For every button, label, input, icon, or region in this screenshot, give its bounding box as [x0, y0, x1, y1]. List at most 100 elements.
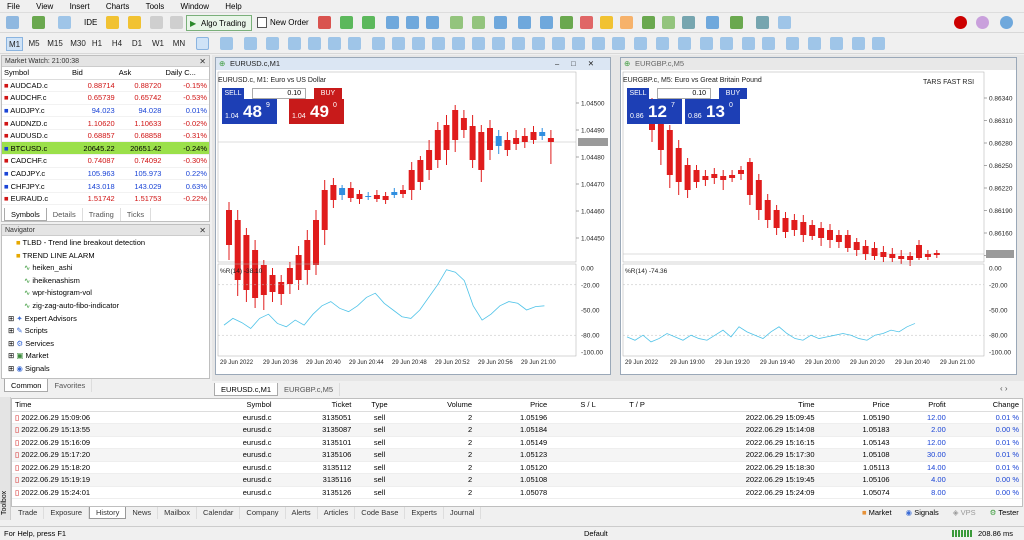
tab-trading[interactable]: Trading [83, 208, 121, 221]
user-icon[interactable] [170, 16, 183, 29]
toolbox-tab[interactable]: Experts [405, 507, 444, 519]
text-icon[interactable] [348, 37, 361, 50]
toolbox-tab[interactable]: Alerts [286, 507, 318, 519]
history-row[interactable]: ▯ 2022.06.29 15:16:09 eurusd.c 3135101 sell… [12, 436, 1022, 449]
history-col-header[interactable]: Time [12, 399, 196, 412]
algo-trading-button[interactable]: ▶ Algo Trading [186, 15, 252, 31]
menu-window[interactable]: Window [174, 0, 216, 13]
sell-button[interactable]: SELL [222, 88, 244, 99]
signals-link[interactable]: ◉ Signals [906, 508, 939, 517]
tf-m1[interactable]: M1 [6, 37, 23, 51]
zoom-in-icon[interactable] [386, 16, 399, 29]
nav-item[interactable]: ∿ wpr-histogram-vol [2, 287, 209, 300]
toolbox-tab[interactable]: Articles [318, 507, 356, 519]
fibo-arc-icon[interactable] [572, 37, 585, 50]
tf-w1[interactable]: W1 [149, 37, 167, 51]
tester-link[interactable]: ⚙ Tester [990, 508, 1019, 517]
market-watch-row[interactable]: ■ AUDNZD.c 1.10620 1.10633 -0.02% [2, 116, 209, 130]
ide-button[interactable]: IDE [84, 18, 97, 27]
history-col-header[interactable]: Volume [404, 399, 476, 412]
menu-view[interactable]: View [29, 0, 60, 13]
history-col-header[interactable]: Ticket [274, 399, 355, 412]
nav-item[interactable]: ⊞ ▣ Market [2, 350, 209, 363]
toolbox-label[interactable]: Toolbox [1, 491, 8, 515]
shapes-icon[interactable] [872, 37, 885, 50]
rectangle-icon[interactable] [634, 37, 647, 50]
tf-m30[interactable]: M30 [67, 37, 89, 51]
market-watch-row[interactable]: ■ CADJPY.c 105.963 105.973 0.22% [2, 167, 209, 181]
tf-h1[interactable]: H1 [89, 37, 105, 51]
grid-icon[interactable] [426, 16, 439, 29]
history-col-header[interactable]: Time [647, 399, 818, 412]
sell-price-box[interactable]: 0.86 12 7 [627, 99, 682, 124]
new-chart-icon[interactable] [6, 16, 19, 29]
nav-item[interactable]: ⊞ ⚙ Services [2, 338, 209, 351]
history-row[interactable]: ▯ 2022.06.29 15:13:55 eurusd.c 3135087 sell… [12, 423, 1022, 437]
lock-icon[interactable] [106, 16, 119, 29]
market-watch-row[interactable]: ■ BTCUSD.c 20645.22 20651.42 -0.24% [2, 141, 209, 156]
market-watch-row[interactable]: ■ AUDUSD.c 0.68857 0.68858 -0.31% [2, 129, 209, 143]
fullscreen-icon[interactable] [540, 16, 553, 29]
pitchfork-icon[interactable] [328, 37, 341, 50]
toolbox-tab[interactable]: Calendar [197, 507, 241, 519]
history-col-header[interactable]: Price [817, 399, 893, 412]
elliott-icon[interactable] [472, 37, 485, 50]
fibo-time-icon[interactable] [592, 37, 605, 50]
bar-chart-icon[interactable] [318, 16, 331, 29]
scroll-arrows-icon[interactable]: ‹ › [1000, 384, 1008, 393]
trendline-icon[interactable] [288, 37, 301, 50]
buy-price-box[interactable]: 1.04 49 0 [289, 99, 344, 124]
vps-link[interactable]: ◈ VPS [953, 508, 976, 517]
tester-icon[interactable] [730, 16, 743, 29]
equidistant-icon[interactable] [532, 37, 545, 50]
cube-icon[interactable] [662, 16, 675, 29]
nav-item[interactable]: ⊞ ✎ Scripts [2, 325, 209, 338]
one-click-icon[interactable] [560, 16, 573, 29]
history-row[interactable]: ▯ 2022.06.29 15:19:19 eurusd.c 3135116 sell… [12, 473, 1022, 487]
tab-common[interactable]: Common [4, 379, 49, 392]
folder-open-icon[interactable] [600, 16, 613, 29]
cloud-icon[interactable] [150, 16, 163, 29]
market-watch-row[interactable]: ■ CHFJPY.c 143.018 143.029 0.63% [2, 179, 209, 193]
tf-h4[interactable]: H4 [109, 37, 125, 51]
history-row[interactable]: ▯ 2022.06.29 15:17:20 eurusd.c 3135106 sell… [12, 448, 1022, 462]
history-row[interactable]: ▯ 2022.06.29 15:18:20 eurusd.c 3135112 sell… [12, 461, 1022, 474]
nav-item[interactable]: ■ TLBD - Trend line breakout detection [2, 237, 209, 250]
brush-icon[interactable] [700, 37, 713, 50]
line-chart-icon[interactable] [362, 16, 375, 29]
indicators-icon[interactable] [494, 16, 507, 29]
clock-icon[interactable] [706, 16, 719, 29]
col-ask[interactable]: Ask [116, 67, 164, 80]
zoom-out-icon[interactable] [406, 16, 419, 29]
toolbox-tab[interactable]: History [89, 507, 127, 519]
signal-icon[interactable] [682, 16, 695, 29]
nav-item[interactable]: ■ TREND LINE ALARM [2, 250, 209, 263]
buy-button[interactable]: BUY [314, 88, 342, 99]
history-col-header[interactable]: Profit [892, 399, 949, 412]
avatar-icon[interactable] [976, 16, 989, 29]
horizontal-line-icon[interactable] [266, 37, 279, 50]
vertical-line-icon[interactable] [244, 37, 257, 50]
nav-item[interactable]: ⊞ ◉ Signals [2, 363, 209, 376]
wave-icon[interactable] [412, 37, 425, 50]
tab-details[interactable]: Details [47, 208, 83, 221]
fibo-fan-icon[interactable] [552, 37, 565, 50]
tf-m15[interactable]: M15 [44, 37, 66, 51]
triangle-icon[interactable] [656, 37, 669, 50]
market-watch-row[interactable]: ■ CADCHF.c 0.74087 0.74092 -0.30% [2, 154, 209, 168]
history-col-header[interactable]: Change [948, 399, 1022, 412]
thumb-up-icon[interactable] [720, 37, 733, 50]
gann-icon[interactable] [392, 37, 405, 50]
market-watch-icon[interactable] [58, 16, 71, 29]
nav-item[interactable]: ∿ zig-zag-auto-fibo-indicator [2, 300, 209, 313]
tf-m5[interactable]: M5 [25, 37, 43, 51]
regression-icon[interactable] [492, 37, 505, 50]
new-order-button[interactable]: New Order [255, 15, 313, 31]
history-col-header[interactable]: Type [354, 399, 405, 412]
chart-shift-icon[interactable] [472, 16, 485, 29]
col-symbol[interactable]: Symbol [2, 67, 70, 80]
market-watch-row[interactable]: ■ EURAUD.c 1.51742 1.51753 -0.22% [2, 192, 209, 206]
button-object-icon[interactable] [786, 37, 799, 50]
nav-item[interactable]: ⊞ ✦ Expert Advisors [2, 313, 209, 326]
menu-tools[interactable]: Tools [139, 0, 172, 13]
